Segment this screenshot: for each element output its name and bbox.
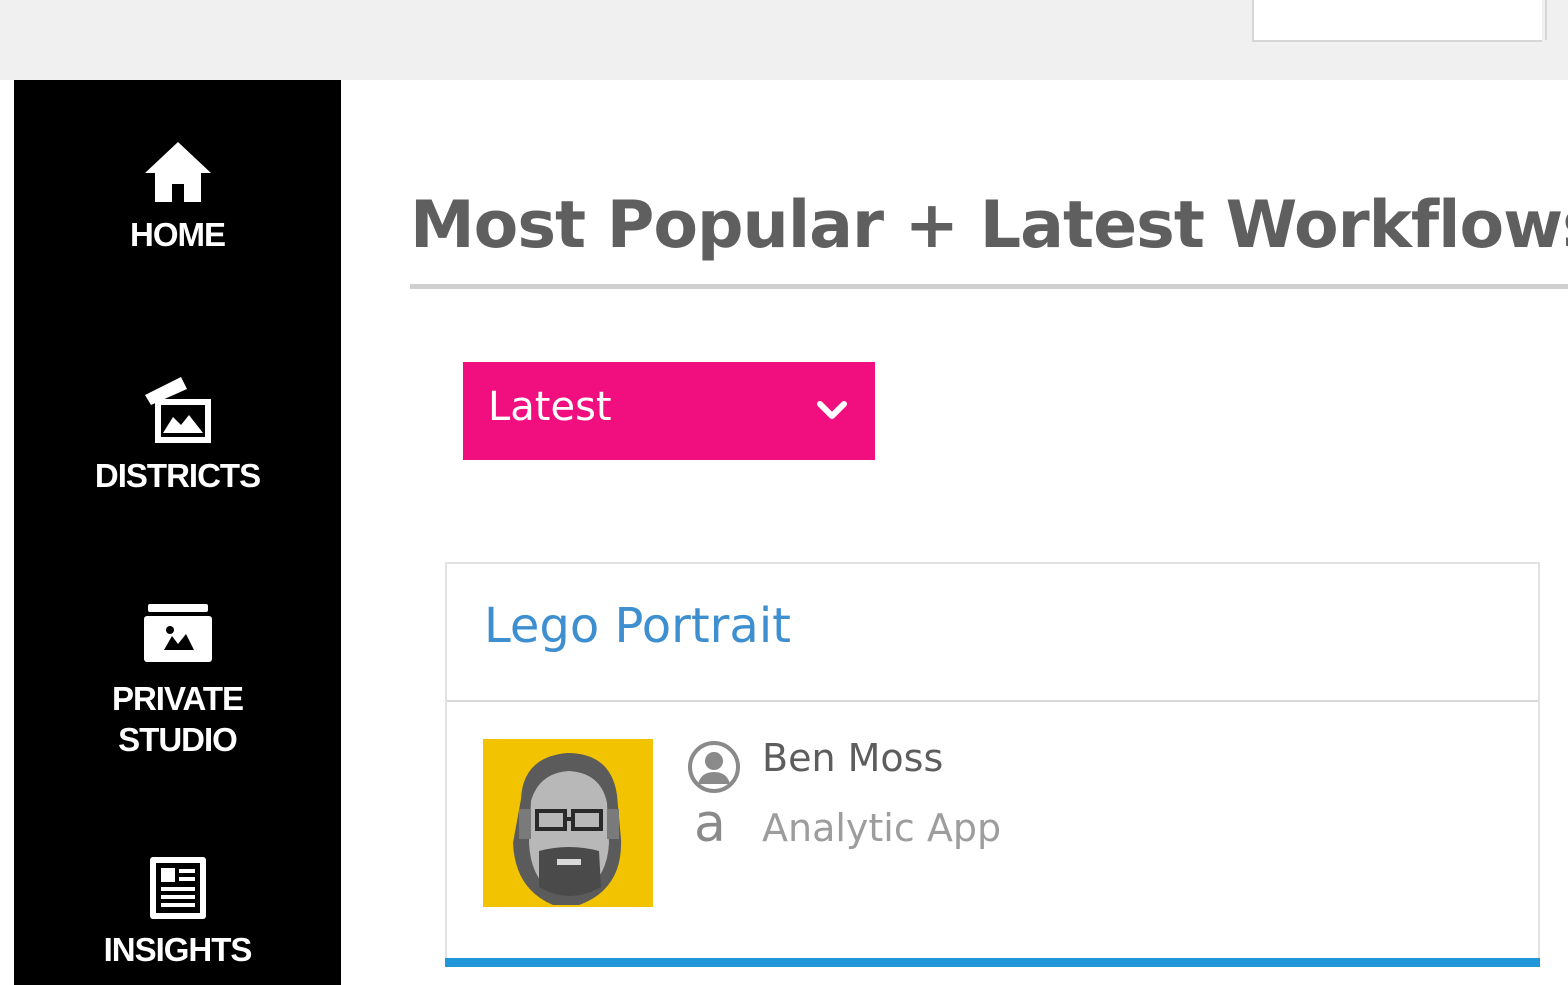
author-name[interactable]: Ben Moss: [762, 736, 943, 780]
workflow-title-link[interactable]: Lego Portrait: [484, 598, 791, 654]
sidebar-item-label-line1: PRIVATE: [111, 680, 244, 717]
top-search-field[interactable]: [1252, 0, 1542, 42]
sidebar-item-label-line2: STUDIO: [118, 721, 238, 758]
title-divider: [410, 284, 1568, 289]
private-studio-icon: [143, 604, 212, 662]
portrait-image: [483, 739, 653, 907]
sidebar-item-insights[interactable]: INSIGHTS: [14, 855, 341, 970]
card-divider: [447, 700, 1538, 702]
workflow-thumbnail[interactable]: [483, 739, 653, 907]
page-title: Most Popular + Latest Workflows: [410, 188, 1568, 263]
workflow-type: Analytic App: [762, 806, 1002, 850]
top-bar-divider: [1545, 0, 1547, 40]
sidebar-item-private-studio[interactable]: PRIVATE STUDIO: [14, 602, 341, 760]
sidebar-item-label: HOME: [130, 216, 226, 253]
user-icon: [688, 741, 740, 793]
workflow-card: Lego Portrait Ben Moss a Analytic App: [445, 562, 1540, 967]
top-bar: [0, 0, 1568, 80]
sidebar: HOME DISTRICTS PRIVATE STUDIO INSIGHTS: [14, 80, 341, 985]
home-icon: [144, 142, 211, 202]
sidebar-item-label: DISTRICTS: [94, 457, 261, 494]
chevron-down-icon: [817, 401, 847, 419]
sidebar-item-districts[interactable]: DISTRICTS: [14, 375, 341, 496]
sidebar-item-label: INSIGHTS: [103, 931, 253, 968]
districts-icon: [144, 377, 211, 443]
insights-icon: [149, 857, 206, 919]
sidebar-item-home[interactable]: HOME: [14, 140, 341, 255]
analytic-app-icon: a: [694, 794, 726, 854]
card-accent-bar: [445, 958, 1540, 967]
sort-dropdown-value: Latest: [488, 384, 612, 430]
sort-dropdown[interactable]: Latest: [463, 362, 875, 460]
